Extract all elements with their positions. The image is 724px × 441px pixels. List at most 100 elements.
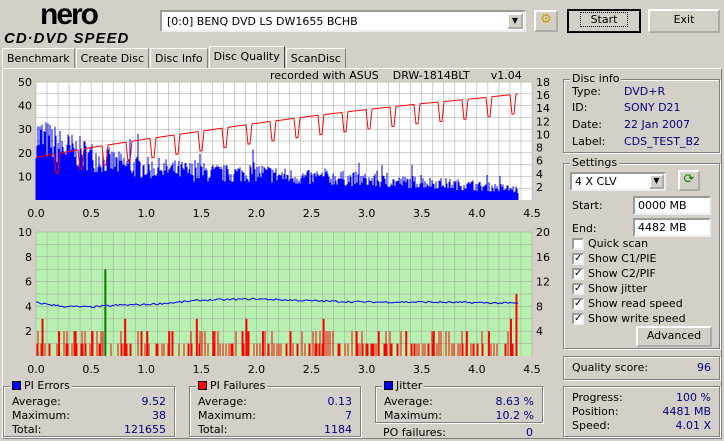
start-label: Start: <box>572 199 603 212</box>
x-tick-label: 1.0 <box>137 207 155 220</box>
x-tick-label: 2.5 <box>303 207 321 220</box>
y-right-tick-label: 16 <box>536 251 550 264</box>
y-left-tick-label: 10 <box>18 170 32 183</box>
pi-failure-bar <box>355 331 358 356</box>
jitter-group: Jitter Average: 8.63 % Maximum: 10.2 % <box>375 379 543 423</box>
chevron-down-icon[interactable]: ▼ <box>649 174 664 189</box>
pi-failures-chart: 0.0 0.5 1.0 1.5 2.0 2.5 3.0 3.5 4.0 4.5 2 4 6 8 10 4 8 12… <box>18 226 550 375</box>
progress-group: Progress: 100 % Position: 4481 MB Speed: 4.… <box>563 386 720 437</box>
y-left-tick-label: 30 <box>18 123 32 136</box>
checkbox-box[interactable]: ✓ <box>572 297 584 310</box>
y-right-tick-label: 12 <box>536 276 550 289</box>
pi-failure-bar <box>289 331 292 356</box>
pi-failure-bar <box>487 331 490 356</box>
disc-type: DVD+R <box>624 85 666 98</box>
pi-failure-bar <box>377 331 380 356</box>
pi-failure-bar <box>58 331 61 356</box>
y-right-tick-label: 16 <box>536 89 550 102</box>
x-tick-label: 4.5 <box>523 363 541 375</box>
y-left-tick-label: 6 <box>25 276 32 289</box>
checkbox-show-c1-pie[interactable]: ✓ Show C1/PIE <box>572 252 656 265</box>
checkbox-label: Show read speed <box>588 297 683 310</box>
checkbox-label: Show C1/PIE <box>588 252 657 265</box>
y-right-tick-label: 12 <box>536 115 550 128</box>
y-left-tick-label: 50 <box>18 76 32 89</box>
y-right-tick-label: 14 <box>536 102 550 115</box>
checkbox-show-read-speed[interactable]: ✓ Show read speed <box>572 297 683 310</box>
pi-errors-legend-icon <box>12 381 21 390</box>
checkbox-label: Show C2/PIF <box>588 267 656 280</box>
checkbox-quick-scan[interactable]: Quick scan <box>572 237 648 250</box>
x-tick-label: 0.0 <box>27 207 45 220</box>
x-tick-label: 3.0 <box>358 363 376 375</box>
speed-select[interactable]: 4 X CLV ▼ <box>570 172 666 191</box>
x-tick-label: 3.5 <box>413 363 431 375</box>
pi-failures-group: PI Failures Average: 0.13 Maximum: 7 Total… <box>189 379 361 437</box>
y-right-tick-label: 4 <box>536 325 543 338</box>
pi-failure-bar <box>212 331 215 356</box>
y-right-tick-label: 8 <box>536 142 543 155</box>
jitter-legend-icon <box>384 381 393 390</box>
x-tick-label: 2.0 <box>248 207 266 220</box>
x-tick-label: 0.5 <box>82 363 100 375</box>
disc-info-group: Disc info Type: DVD+R ID: SONY D21 Date: 22… <box>563 72 720 153</box>
pi-failure-bar <box>74 331 77 356</box>
checkbox-show-write-speed[interactable]: ✓ Show write speed <box>572 312 686 325</box>
checkbox-label: Show jitter <box>588 282 648 295</box>
pi-failure-bar <box>91 331 94 356</box>
y-right-tick-label: 18 <box>536 76 550 89</box>
checkbox-box[interactable]: ✓ <box>572 282 584 295</box>
checkbox-box[interactable]: ✓ <box>572 252 584 265</box>
y-right-tick-label: 2 <box>536 181 543 194</box>
x-tick-label: 2.5 <box>303 363 321 375</box>
end-label: End: <box>572 222 597 235</box>
charts: 0.0 0.5 1.0 1.5 2.0 2.5 3.0 3.5 4.0 4.5 10 20 30 40 50… <box>18 76 550 375</box>
x-tick-label: 0.0 <box>27 363 45 375</box>
disc-id: SONY D21 <box>624 101 681 114</box>
y-right-tick-label: 8 <box>536 300 543 313</box>
checkbox-box[interactable]: ✓ <box>572 312 584 325</box>
x-tick-label: 0.5 <box>82 207 100 220</box>
y-right-tick-label: 20 <box>536 226 550 239</box>
y-left-tick-label: 8 <box>25 251 32 264</box>
x-tick-label: 1.0 <box>137 363 155 375</box>
x-tick-label: 2.0 <box>248 363 266 375</box>
refresh-icon[interactable]: ⟳ <box>678 170 700 191</box>
y-left-tick-label: 10 <box>18 226 32 239</box>
advanced-button[interactable]: Advanced <box>636 326 712 347</box>
pi-failure-bar <box>195 318 198 356</box>
checkbox-label: Quick scan <box>588 237 649 250</box>
pi-failure-bar <box>465 331 468 356</box>
pi-failure-bar <box>245 318 248 356</box>
quality-score-group: Quality score: 96 <box>563 356 720 380</box>
checkbox-show-jitter[interactable]: ✓ Show jitter <box>572 282 647 295</box>
y-right-tick-label: 6 <box>536 155 543 168</box>
x-tick-label: 4.0 <box>468 363 486 375</box>
pi-failure-bar <box>322 318 325 356</box>
pi-failure-bar <box>405 331 408 356</box>
pi-failures-legend-icon <box>198 381 207 390</box>
pi-failure-bar <box>168 331 171 356</box>
exit-button[interactable]: Exit <box>648 9 720 33</box>
y-left-tick-label: 40 <box>18 100 32 113</box>
x-tick-label: 4.0 <box>468 207 486 220</box>
checkbox-show-c2-pif[interactable]: ✓ Show C2/PIF <box>572 267 656 280</box>
pi-failure-bar <box>104 269 107 356</box>
x-tick-label: 3.0 <box>358 207 376 220</box>
checkbox-box[interactable]: ✓ <box>572 267 584 280</box>
pi-failure-bar <box>261 331 264 356</box>
x-tick-label: 1.5 <box>193 207 211 220</box>
quality-score: 96 <box>697 361 711 374</box>
checkbox-box[interactable] <box>572 237 584 250</box>
start-button[interactable]: Start <box>567 9 641 33</box>
start-input[interactable]: 0000 MB <box>633 196 711 215</box>
pi-failure-bar <box>124 318 127 356</box>
x-tick-label: 3.5 <box>413 207 431 220</box>
pi-errors-chart: 0.0 0.5 1.0 1.5 2.0 2.5 3.0 3.5 4.0 4.5 10 20 30 40 50… <box>18 76 550 220</box>
pi-failure-bar <box>41 318 44 356</box>
end-input[interactable]: 4482 MB <box>633 218 711 237</box>
disc-label: CDS_TEST_B2 <box>624 135 701 148</box>
y-left-tick-label: 4 <box>25 300 32 313</box>
pi-failure-bar <box>146 331 149 356</box>
y-right-tick-label: 4 <box>536 168 543 181</box>
